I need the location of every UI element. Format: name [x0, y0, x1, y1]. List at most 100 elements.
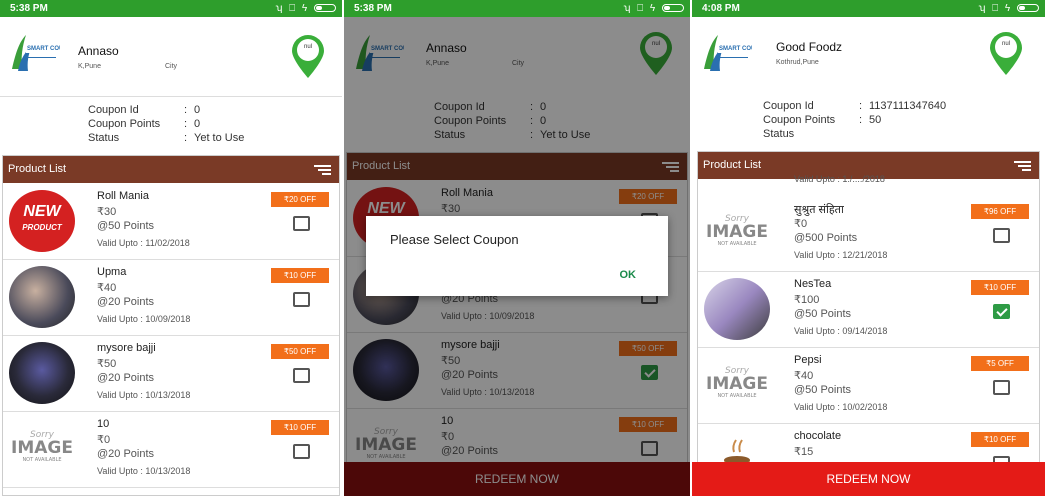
- battery-icon: ⎕: [992, 3, 1001, 14]
- select-checkbox[interactable]: [993, 228, 1010, 243]
- status-icons: ʮ ⎕ ϟ: [978, 0, 1039, 17]
- product-item[interactable]: Sorry IMAGE NOT AVAILABLE Pepsi ₹40 @50 Point…: [698, 348, 1039, 424]
- status-bar: 4:08 PM ʮ ⎕ ϟ: [692, 0, 1045, 17]
- dialog-ok-button[interactable]: OK: [620, 269, 637, 281]
- alert-dialog: Please Select Coupon OK: [366, 216, 668, 296]
- product-points: @20 Points: [97, 372, 155, 384]
- product-item[interactable]: NesTea ₹100 @50 Points Valid Upto : 09/14/2…: [698, 272, 1039, 348]
- status-icons: ʮ ⎕ ϟ: [623, 0, 684, 17]
- product-item[interactable]: mysore bajji ₹50 @20 Points Valid Upto : 10…: [3, 336, 339, 412]
- brand-logo: SMART COUPON: [698, 31, 768, 75]
- store-location: K,Pune: [78, 63, 101, 70]
- product-name: Roll Mania: [97, 190, 149, 202]
- product-points: @20 Points: [97, 296, 155, 308]
- product-item[interactable]: Sorry IMAGE NOT AVAILABLE 10 ₹0 @20 Points Val…: [3, 412, 339, 488]
- product-image: Sorry IMAGE NOT AVAILABLE: [704, 354, 770, 416]
- product-image: [9, 342, 75, 404]
- menu-icon[interactable]: [1014, 161, 1031, 172]
- brand-logo: SMART COUPON: [6, 31, 76, 75]
- battery-icon: ⎕: [637, 3, 646, 14]
- status-time: 4:08 PM: [702, 3, 740, 14]
- discount-badge: ₹5 OFF: [971, 356, 1029, 371]
- product-price: ₹0: [794, 218, 808, 230]
- store-name: Annaso: [78, 44, 119, 58]
- product-image: Sorry IMAGE NOT AVAILABLE: [9, 418, 75, 480]
- discount-badge: ₹10 OFF: [271, 268, 329, 283]
- product-valid-date: Valid Upto : 11/02/2018: [97, 238, 190, 248]
- image-text: IMAGE: [11, 438, 73, 458]
- product-name: chocolate: [794, 430, 842, 442]
- discount-badge: ₹50 OFF: [271, 344, 329, 359]
- store-location: Kothrud,Pune: [776, 59, 819, 66]
- coupon-id-value: 0: [194, 104, 201, 116]
- product-list-title: Product List: [8, 163, 67, 175]
- discount-badge: ₹20 OFF: [271, 192, 329, 207]
- phone-screen: 5:38 PM ʮ ⎕ ϟ SMART COUPON Annaso K,Pune Cit…: [0, 0, 342, 496]
- product-points: @500 Points: [794, 232, 858, 244]
- select-checkbox[interactable]: [293, 368, 310, 383]
- coupon-info: Coupon Id:1137111347640 Coupon Points:50 S…: [692, 95, 1045, 151]
- store-header: SMART COUPON Annaso K,Pune City nul: [0, 17, 342, 97]
- product-points: @50 Points: [794, 384, 852, 396]
- product-image: Sorry IMAGE NOT AVAILABLE: [704, 202, 770, 264]
- product-valid-date: Valid Upto : 09/14/2018: [794, 326, 888, 336]
- select-checkbox[interactable]: [293, 216, 310, 231]
- store-header: SMART COUPON Good Foodz Kothrud,Pune nul: [692, 17, 1045, 97]
- wifi-icon: ʮ: [623, 3, 633, 14]
- select-checkbox[interactable]: [993, 380, 1010, 395]
- product-price: ₹50: [97, 358, 117, 370]
- product-points: @50 Points: [97, 220, 155, 232]
- product-list: Product List NEW PRODUCT Roll Mania ₹30 @50 P…: [2, 155, 340, 496]
- logo-icon: SMART COUPON: [704, 35, 768, 71]
- coupon-status-label: Status: [88, 132, 120, 144]
- status-time: 5:38 PM: [354, 3, 392, 14]
- product-price: ₹0: [97, 434, 111, 446]
- sorry-text: Sorry: [725, 366, 749, 376]
- product-list-header: Product List: [3, 156, 339, 183]
- product-name: सुश्रुत संहिता: [794, 204, 844, 216]
- colon-separator: :: [859, 100, 863, 112]
- wifi-icon: ʮ: [978, 3, 988, 14]
- coupon-info: Coupon Id:0 Coupon Points:0 Status: Yet to …: [0, 98, 342, 154]
- product-valid-date: Valid Upto : 10/09/2018: [97, 314, 191, 324]
- redeem-now-button[interactable]: REDEEM NOW: [692, 462, 1045, 496]
- select-checkbox[interactable]: [293, 292, 310, 307]
- product-price: ₹15: [794, 446, 814, 458]
- select-checkbox[interactable]: [993, 304, 1010, 319]
- colon-separator: :: [859, 114, 863, 126]
- status-bar: 5:38 PM ʮ ⎕ ϟ: [0, 0, 342, 17]
- colon-separator: :: [184, 132, 188, 144]
- location-pin-icon[interactable]: nul: [290, 34, 326, 78]
- product-item[interactable]: Sorry IMAGE NOT AVAILABLE सुश्रुत संहिता ₹0 @…: [698, 196, 1039, 272]
- logo-text: SMART COUPON: [719, 46, 752, 52]
- wifi-icon: ʮ: [275, 3, 285, 14]
- discount-badge: ₹96 OFF: [971, 204, 1029, 219]
- colon-separator: :: [184, 118, 188, 130]
- status-time: 5:38 PM: [10, 3, 48, 14]
- product-price: ₹40: [794, 370, 814, 382]
- product-item[interactable]: Upma ₹40 @20 Points Valid Upto : 10/09/2018…: [3, 260, 339, 336]
- coupon-points-value: 50: [869, 114, 882, 126]
- product-item[interactable]: NEW PRODUCT Roll Mania ₹30 @50 Points Valid U…: [3, 184, 339, 260]
- select-checkbox[interactable]: [293, 444, 310, 459]
- product-valid-date: Valid Upto : 10/02/2018: [794, 402, 888, 412]
- product-valid-date: Valid Upto : 10/13/2018: [97, 466, 191, 476]
- toggle-icon: [1017, 4, 1039, 13]
- product-image: [9, 266, 75, 328]
- product-valid-date: Valid Upto : 12/21/2018: [794, 250, 888, 260]
- pin-label: nul: [1001, 41, 1010, 47]
- discount-badge: ₹10 OFF: [971, 432, 1029, 447]
- product-valid-date: Valid Upto : 10/13/2018: [97, 390, 191, 400]
- location-pin-icon[interactable]: nul: [988, 31, 1024, 75]
- product-price: ₹100: [794, 294, 820, 306]
- store-city: City: [165, 63, 178, 70]
- coupon-points-label: Coupon Points: [763, 114, 836, 126]
- product-list: Product List Valid Upto : 1./..../2018 Sor…: [697, 151, 1040, 492]
- coupon-points-label: Coupon Points: [88, 118, 161, 130]
- product-price: ₹30: [97, 206, 117, 218]
- menu-icon[interactable]: [314, 165, 331, 176]
- coupon-points-value: 0: [194, 118, 201, 130]
- battery-icon: ⎕: [289, 3, 298, 14]
- sorry-text: Sorry: [725, 214, 749, 224]
- product-list-title: Product List: [703, 159, 762, 171]
